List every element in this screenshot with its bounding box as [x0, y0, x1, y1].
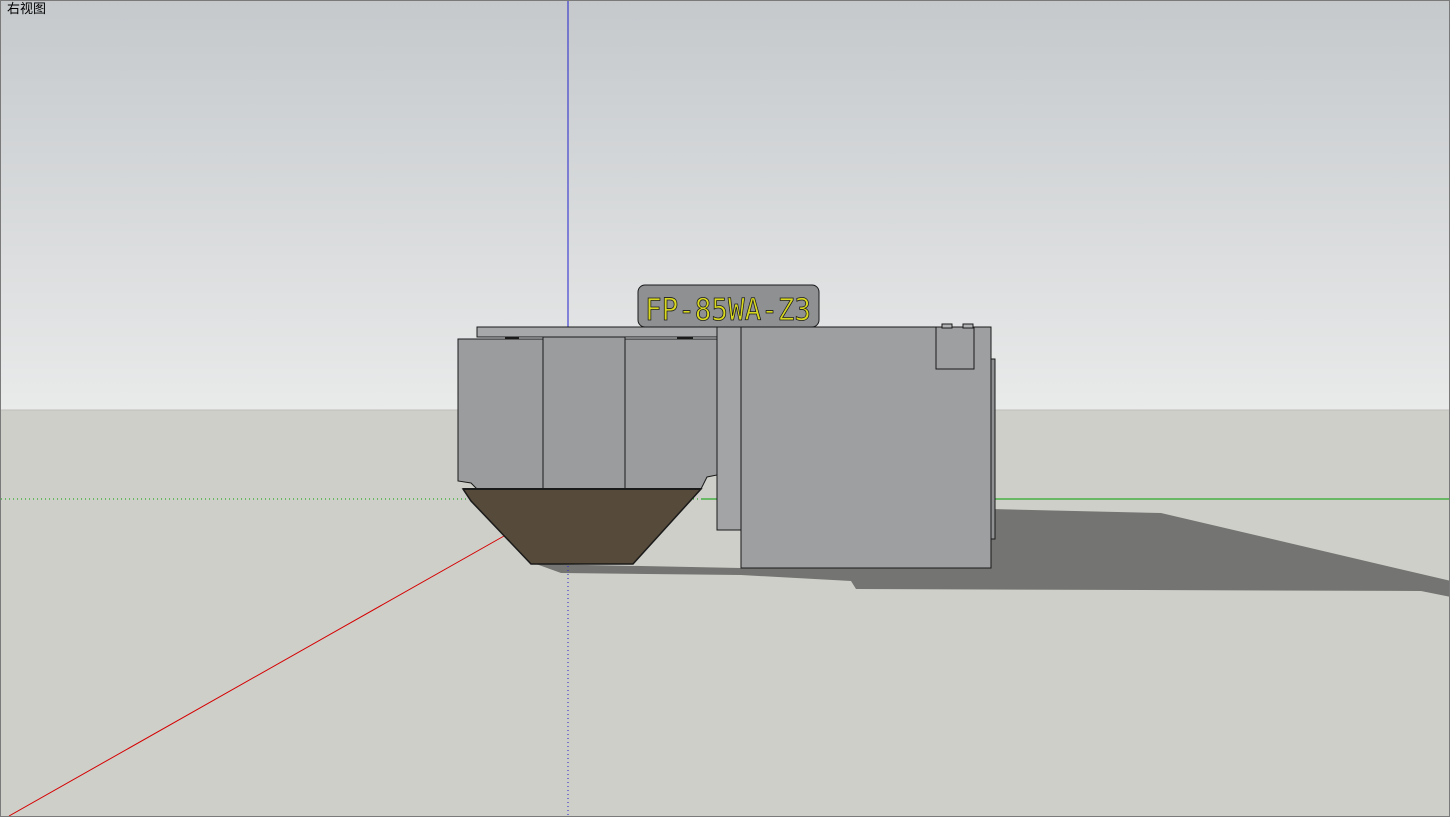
scene-canvas[interactable]: FP-85WA-Z3 [1, 1, 1450, 817]
control-box-handle [941, 323, 953, 329]
model-name-text: FP-85WA-Z3 [645, 293, 811, 328]
model-top-plate[interactable] [476, 326, 728, 338]
model-right-panel[interactable] [624, 338, 718, 490]
model-control-box[interactable] [935, 326, 975, 370]
model-side-flange [990, 358, 996, 540]
modeling-viewport[interactable]: FP-85WA-Z3 右视图 [0, 0, 1450, 817]
model-left-panel[interactable] [457, 338, 544, 490]
control-box-handle [962, 323, 974, 329]
model-middle-panel[interactable] [542, 336, 626, 490]
model-divider-column[interactable] [716, 326, 742, 531]
view-name-label: 右视图 [7, 2, 47, 17]
